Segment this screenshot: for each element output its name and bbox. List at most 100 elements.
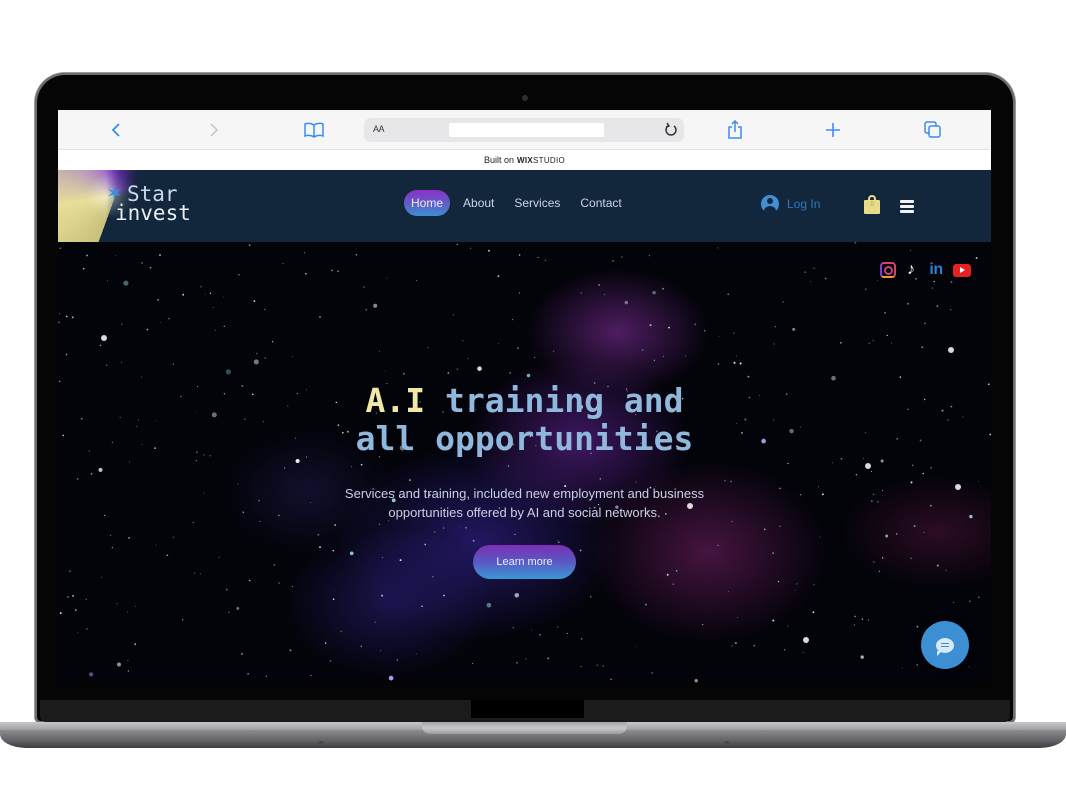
learn-more-button[interactable]: Learn more [473,545,576,579]
star [787,462,789,465]
hero-section: ♪ in A.I training and all opportunities … [58,242,991,683]
star [598,284,600,286]
star [121,323,123,325]
star [264,357,267,359]
star [127,670,130,672]
star [772,552,774,554]
star [734,642,737,644]
star [672,583,675,585]
instagram-icon[interactable] [880,262,896,278]
star [68,570,71,573]
star [602,665,604,667]
nav-about[interactable]: About [456,190,501,216]
star [304,272,307,275]
tabs-button[interactable] [922,119,944,141]
star [557,539,559,541]
star [238,273,240,276]
star [59,247,62,250]
star [950,281,953,283]
text-size-button[interactable]: AA [373,124,385,134]
star [840,342,842,344]
star [127,611,129,613]
star [264,308,266,311]
cart-button[interactable]: 0 [864,195,880,214]
star [868,342,871,345]
star [155,544,157,546]
star [753,644,756,647]
star [733,332,735,335]
star [329,660,332,662]
cart-count: 0 [870,202,874,208]
star [977,480,979,482]
nav-services[interactable]: Services [507,190,567,216]
star [256,352,258,354]
star [74,609,77,611]
star [67,596,69,598]
star [225,588,228,591]
star [319,316,321,319]
star [953,601,955,603]
back-button[interactable] [105,119,127,141]
star [566,632,568,634]
star [782,301,784,303]
linkedin-icon[interactable]: in [926,261,946,278]
login-button[interactable]: Log In [761,195,820,213]
bright-star [101,335,107,341]
star [355,254,358,256]
bookmarks-button[interactable] [303,119,325,141]
star [651,671,654,674]
star [899,376,902,378]
star [172,536,175,539]
hamburger-menu-button[interactable] [900,200,914,213]
address-bar[interactable]: AA [364,118,684,142]
url-input[interactable] [449,123,604,137]
star [730,480,732,483]
plus-icon [826,123,840,137]
star [365,308,368,311]
star [204,293,206,295]
new-tab-button[interactable] [822,119,844,141]
star [717,544,719,547]
star [192,522,194,524]
star [65,353,68,356]
star [580,292,582,294]
star [228,611,230,613]
star [424,543,427,546]
star [157,298,159,301]
star [552,350,555,353]
star [86,254,89,257]
star [547,657,550,660]
star [350,466,353,468]
star [447,372,450,374]
nav-home[interactable]: Home [404,190,451,216]
share-button[interactable] [724,119,746,141]
star [71,316,74,319]
wix-banner[interactable]: Built on WIXSTUDIO [58,150,991,170]
star [648,255,650,257]
star [134,643,137,646]
star [813,267,815,269]
star [703,329,706,332]
star [968,666,970,668]
site-logo[interactable]: Star invest [115,184,191,224]
chat-button[interactable] [921,621,969,669]
star [718,335,720,337]
star [374,621,377,624]
star [910,557,912,560]
tiktok-icon[interactable]: ♪ [903,261,919,278]
star [876,280,878,281]
reload-button[interactable] [664,119,678,146]
star [557,626,559,628]
star [331,269,333,272]
star [886,334,888,337]
bright-star [865,463,871,469]
youtube-icon[interactable] [953,263,971,277]
star [384,370,386,372]
forward-button[interactable] [203,119,225,141]
star [310,675,312,677]
star [282,263,284,265]
star [253,359,259,365]
star [717,363,720,365]
star [99,344,102,347]
nav-contact[interactable]: Contact [573,190,628,216]
